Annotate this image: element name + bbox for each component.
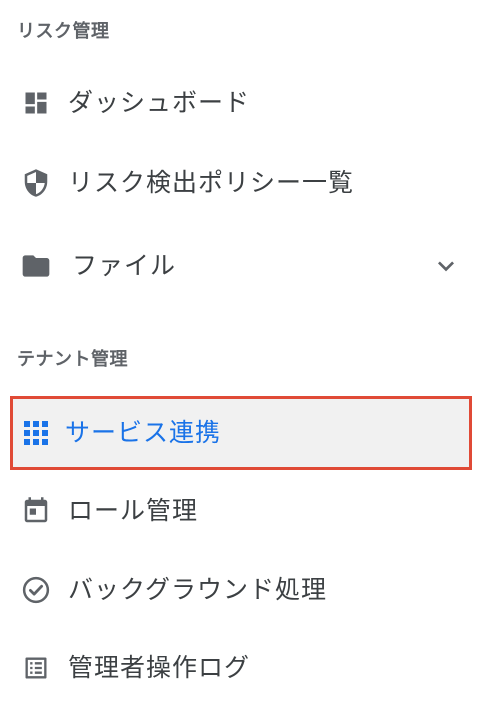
nav-item-label: バックグラウンド処理 xyxy=(68,575,328,604)
nav-item-dashboard[interactable]: ダッシュボード xyxy=(10,68,472,138)
nav-item-service-integration[interactable]: サービス連携 xyxy=(10,396,472,470)
folder-icon xyxy=(20,250,52,282)
nav-item-background-jobs[interactable]: バックグラウンド処理 xyxy=(10,555,472,625)
nav-item-risk-policy-list[interactable]: リスク検出ポリシー一覧 xyxy=(10,148,472,218)
section-header-tenant: テナント管理 xyxy=(17,349,128,370)
nav-item-role-management[interactable]: ロール管理 xyxy=(10,476,472,546)
section-header-risk: リスク管理 xyxy=(17,21,110,42)
nav-item-label: ファイル xyxy=(72,251,177,280)
list-alt-icon xyxy=(20,652,52,684)
shield-icon xyxy=(20,167,52,199)
nav-item-admin-logs[interactable]: 管理者操作ログ xyxy=(10,633,472,703)
nav-item-label: ダッシュボード xyxy=(68,88,251,117)
apps-grid-icon xyxy=(20,417,52,449)
chevron-down-icon[interactable] xyxy=(430,250,462,282)
nav-item-files[interactable]: ファイル xyxy=(10,231,472,301)
nav-item-label: リスク検出ポリシー一覧 xyxy=(68,168,355,197)
check-circle-icon xyxy=(20,574,52,606)
calendar-icon xyxy=(20,495,52,527)
nav-item-label: 管理者操作ログ xyxy=(68,653,251,682)
nav-item-label: サービス連携 xyxy=(65,418,222,447)
dashboard-icon xyxy=(20,87,52,119)
nav-item-label: ロール管理 xyxy=(68,496,199,525)
